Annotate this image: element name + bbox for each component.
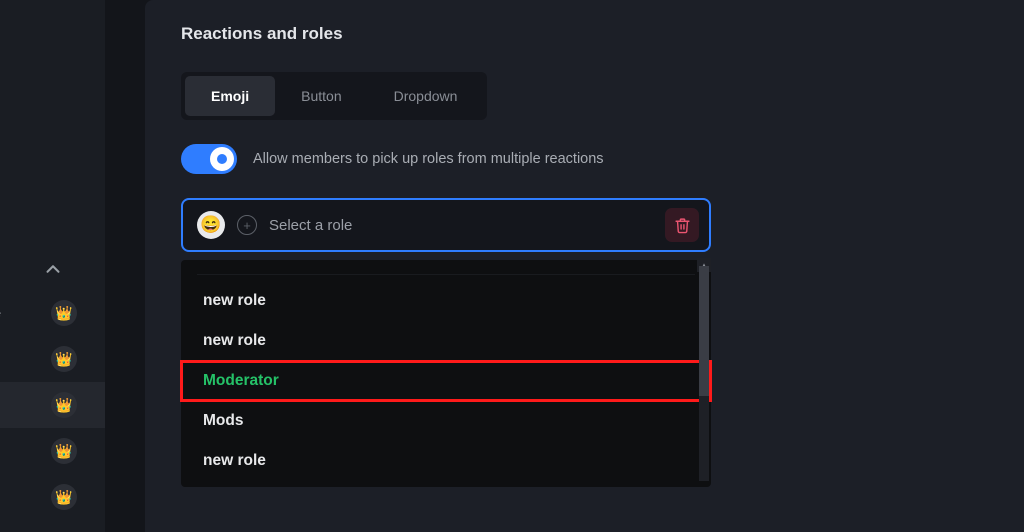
section-title: Reactions and roles (181, 24, 988, 44)
dropdown-scrollbar-thumb[interactable] (699, 266, 709, 396)
nav-item-3[interactable]: 👑 (0, 382, 105, 428)
tab-emoji[interactable]: Emoji (185, 76, 275, 116)
multi-reaction-toggle-row: Allow members to pick up roles from mult… (181, 144, 988, 174)
dropdown-separator (197, 274, 695, 275)
role-option[interactable]: new role (181, 281, 711, 321)
nav-item-bye[interactable]: bye 👑 (0, 290, 105, 336)
toggle-label: Allow members to pick up roles from mult… (253, 151, 604, 167)
tab-dropdown[interactable]: Dropdown (368, 76, 484, 116)
role-option[interactable]: Mods (181, 401, 711, 441)
crown-icon: 👑 (51, 300, 77, 326)
trash-icon (674, 217, 691, 234)
crown-icon: 👑 (51, 346, 77, 372)
panel-gap (105, 0, 145, 532)
main-panel: Reactions and roles Emoji Button Dropdow… (145, 0, 1024, 532)
reaction-type-tabs: Emoji Button Dropdown (181, 72, 487, 120)
nav-item-5[interactable]: 👑 (0, 474, 105, 520)
reaction-emoji-icon[interactable]: 😄 (197, 211, 225, 239)
nav-item-4[interactable]: 👑 (0, 428, 105, 474)
role-dropdown: new role new role Moderator Mods new rol… (181, 260, 711, 487)
role-select-placeholder: Select a role (269, 217, 653, 234)
crown-icon: 👑 (51, 484, 77, 510)
multi-reaction-toggle[interactable] (181, 144, 237, 174)
role-option[interactable]: new role (181, 441, 711, 481)
left-nav-strip: bye 👑 I 👑 👑 👑 👑 (0, 0, 105, 532)
role-select-bar[interactable]: 😄 + Select a role (181, 198, 711, 252)
role-option[interactable]: new role (181, 321, 711, 361)
collapse-chevron-icon[interactable] (42, 258, 64, 280)
toggle-knob (210, 147, 234, 171)
role-option-moderator[interactable]: Moderator (181, 361, 711, 401)
crown-icon: 👑 (51, 392, 77, 418)
nav-item-label: bye (0, 306, 1, 321)
tab-button[interactable]: Button (275, 76, 367, 116)
delete-button[interactable] (665, 208, 699, 242)
add-icon[interactable]: + (237, 215, 257, 235)
crown-icon: 👑 (51, 438, 77, 464)
nav-item-i[interactable]: I 👑 (0, 336, 105, 382)
